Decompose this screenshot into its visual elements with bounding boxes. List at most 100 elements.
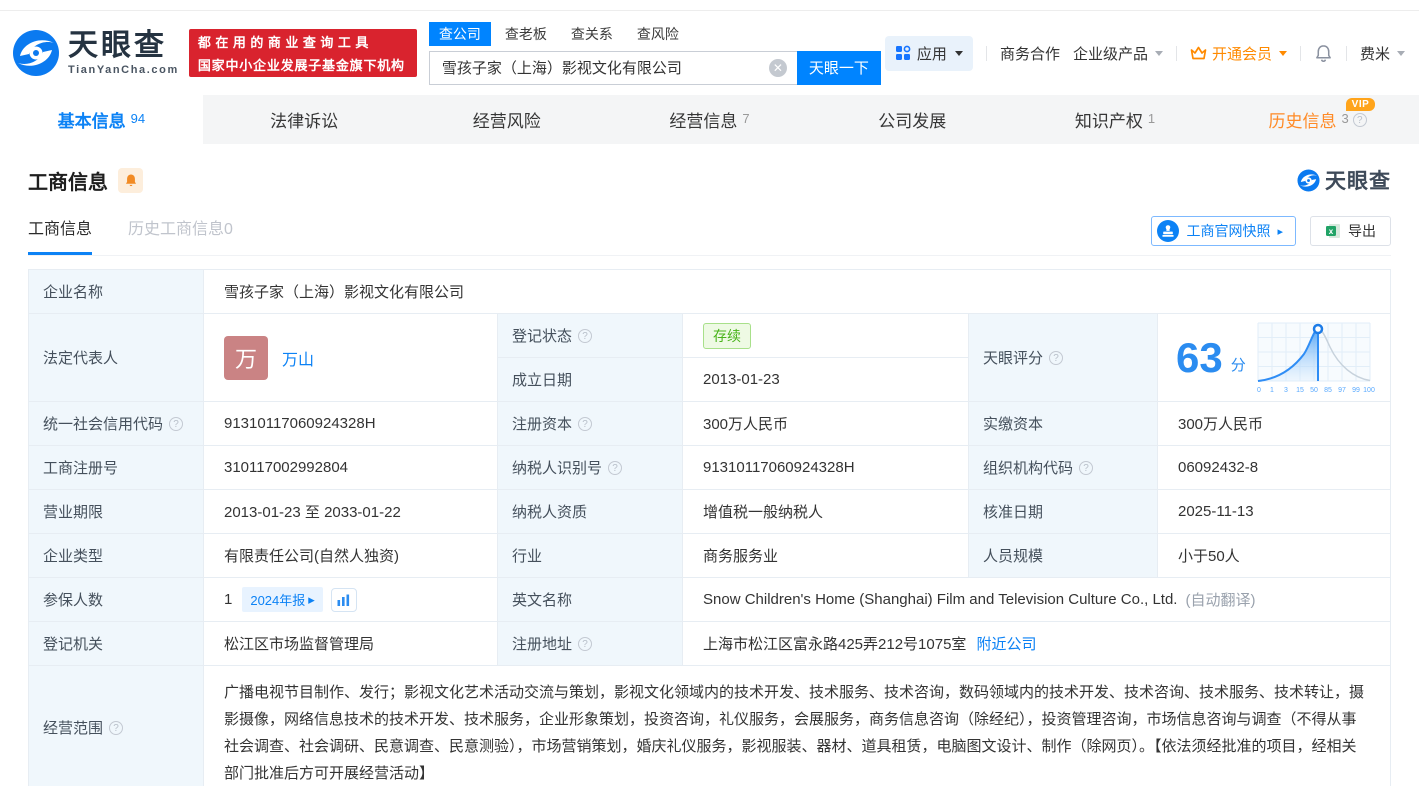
credit-code-value: 91310117060924328H — [204, 402, 498, 446]
table-row: 统一社会信用代码 ? 91310117060924328H 注册资本 ? 300… — [29, 402, 1391, 446]
tianyancha-company-page: 天眼查 TianYanCha.com 都在用的商业查询工具 国家中小企业发展子基… — [0, 0, 1419, 786]
username: 费米 — [1359, 45, 1390, 63]
promo-line2: 国家中小企业发展子基金旗下机构 — [197, 58, 405, 73]
help-icon[interactable]: ? — [1049, 350, 1064, 365]
taxpayer-id-value: 91310117060924328H — [683, 446, 969, 490]
chevron-down-icon — [1278, 50, 1287, 56]
svg-text:15: 15 — [1296, 387, 1304, 394]
reg-status-cell: 存续 — [683, 314, 969, 358]
field-label: 成立日期 — [498, 358, 683, 402]
subtab-business-registration[interactable]: 工商信息 — [28, 215, 93, 255]
table-row: 登记机关 松江区市场监督管理局 注册地址 ? 上海市松江区富永路425弄212号… — [29, 622, 1391, 666]
table-row: 营业期限 2013-01-23 至 2033-01-22 纳税人资质 增值税一般… — [29, 490, 1391, 534]
search-input[interactable] — [428, 50, 797, 85]
reg-address-cell: 上海市松江区富永路425弄212号1075室 附近公司 — [683, 622, 1391, 666]
annual-report-link[interactable]: 2024年报 ▸ — [242, 587, 323, 612]
divider — [985, 45, 987, 61]
help-icon[interactable]: ? — [109, 720, 124, 735]
business-info-table: 企业名称 雪孩子家（上海）影视文化有限公司 法定代表人 万 万山 登记状态 ? — [28, 269, 1391, 786]
table-row: 企业名称 雪孩子家（上海）影视文化有限公司 — [29, 270, 1391, 314]
insured-count-value: 1 — [224, 591, 233, 608]
field-label: 注册资本 ? — [498, 402, 683, 446]
table-row: 企业类型 有限责任公司(自然人独资) 行业 商务服务业 人员规模 小于50人 — [29, 534, 1391, 578]
company-section-tabs: 基本信息 94 法律诉讼 经营风险 经营信息 7 公司发展 知识产权 1 VIP 历史… — [0, 95, 1419, 144]
help-icon[interactable]: ? — [578, 416, 593, 431]
nav-user-menu[interactable]: 费米 — [1360, 43, 1405, 64]
company-type-value: 有限责任公司(自然人独资) — [204, 534, 498, 578]
content-area: 工商信息 天眼查 工商信息 历史工商信息0 工商官网快照 ▸ x 导出 企业名称… — [0, 165, 1419, 786]
table-row: 法定代表人 万 万山 登记状态 ? 存续 成立日期 2013-01-23 天眼评… — [29, 314, 1391, 402]
tab-operational-risk[interactable]: 经营风险 — [405, 95, 608, 144]
tab-business-info[interactable]: 经营信息 7 — [608, 95, 811, 144]
search-button[interactable]: 天眼一下 — [796, 50, 881, 85]
score-distribution-chart: 0 1 3 15 50 85 97 99 100 — [1257, 322, 1375, 394]
tab-basic-info[interactable]: 基本信息 94 — [0, 95, 203, 144]
official-snapshot-button[interactable]: 工商官网快照 ▸ — [1151, 216, 1296, 246]
search-tab-company[interactable]: 查公司 — [428, 21, 491, 46]
help-icon[interactable]: ? — [169, 416, 184, 431]
tab-company-development[interactable]: 公司发展 — [811, 95, 1014, 144]
nav-enterprise-products[interactable]: 企业级产品 — [1073, 43, 1163, 64]
field-label: 注册地址 ? — [498, 622, 683, 666]
avatar[interactable]: 万 — [224, 335, 268, 380]
stamp-icon — [1157, 220, 1180, 242]
field-label: 英文名称 — [498, 578, 683, 622]
search-tabs: 查公司 查老板 查关系 查风险 — [428, 21, 881, 46]
table-row: 经营范围 ? 广播电视节目制作、发行；影视文化艺术活动交流与策划，影视文化领域内… — [29, 666, 1391, 786]
divider — [1345, 45, 1347, 61]
chevron-down-icon — [1397, 50, 1405, 56]
field-label: 核准日期 — [969, 490, 1158, 534]
reg-capital-value: 300万人民币 — [683, 402, 969, 446]
search-tab-risk[interactable]: 查风险 — [627, 22, 689, 46]
help-icon[interactable]: ? — [1079, 460, 1094, 475]
top-divider — [0, 0, 1419, 11]
nav-open-vip[interactable]: 开通会员 — [1190, 43, 1287, 64]
nearby-companies-link[interactable]: 附近公司 — [976, 633, 1036, 654]
arrow-right-icon: ▸ — [1277, 225, 1283, 238]
apps-menu-button[interactable]: 应用 — [884, 35, 973, 71]
reg-authority-value: 松江区市场监督管理局 — [204, 622, 498, 666]
export-button[interactable]: x 导出 — [1310, 216, 1391, 246]
clear-search-icon[interactable]: ✕ — [768, 58, 787, 77]
logo-title: 天眼查 — [68, 28, 167, 62]
field-label: 组织机构代码 ? — [969, 446, 1158, 490]
field-label: 人员规模 — [969, 534, 1158, 578]
search-tab-relation[interactable]: 查关系 — [561, 22, 623, 46]
field-label: 纳税人识别号 ? — [498, 446, 683, 490]
tab-history-info[interactable]: VIP 历史信息 3 ? — [1216, 95, 1419, 144]
svg-text:3: 3 — [1284, 387, 1288, 394]
establish-date-value: 2013-01-23 — [683, 358, 969, 402]
help-icon[interactable]: ? — [578, 636, 593, 651]
business-term-value: 2013-01-23 至 2033-01-22 — [204, 490, 498, 534]
field-label: 行业 — [498, 534, 683, 578]
svg-text:99: 99 — [1352, 387, 1360, 394]
field-label: 登记状态 ? — [498, 314, 683, 358]
tab-legal-proceedings[interactable]: 法律诉讼 — [203, 95, 406, 144]
subtab-history-registration[interactable]: 历史工商信息0 — [128, 215, 233, 255]
score-value: 63 — [1176, 333, 1223, 381]
taxpayer-quality-value: 增值税一般纳税人 — [683, 490, 969, 534]
reg-number-value: 310117002992804 — [204, 446, 498, 490]
table-row: 参保人数 1 2024年报 ▸ 英文名称 Snow Children's Hom… — [29, 578, 1391, 622]
tab-intellectual-property[interactable]: 知识产权 1 — [1014, 95, 1217, 144]
promo-line1: 都在用的商业查询工具 — [197, 35, 373, 50]
org-code-value: 06092432-8 — [1158, 446, 1391, 490]
excel-icon: x — [1326, 224, 1340, 238]
help-icon[interactable]: ? — [1352, 112, 1367, 127]
logo-subtitle: TianYanCha.com — [68, 63, 179, 76]
help-icon[interactable]: ? — [608, 460, 623, 475]
industry-value: 商务服务业 — [683, 534, 969, 578]
apps-grid-icon — [895, 45, 911, 60]
notifications-bell-icon[interactable] — [1314, 44, 1333, 63]
paid-capital-value: 300万人民币 — [1158, 402, 1391, 446]
legal-rep-link[interactable]: 万山 — [282, 346, 314, 370]
monitor-bell-icon[interactable] — [118, 167, 143, 193]
field-label: 营业期限 — [29, 490, 204, 534]
site-logo[interactable]: 天眼查 TianYanCha.com — [12, 29, 179, 77]
insured-trend-chart-icon[interactable] — [330, 587, 357, 612]
help-icon[interactable]: ? — [578, 328, 593, 343]
tianyancha-logo-icon — [1297, 168, 1320, 192]
search-tab-boss[interactable]: 查老板 — [495, 22, 557, 46]
svg-text:100: 100 — [1363, 387, 1375, 394]
nav-business-cooperation[interactable]: 商务合作 — [1000, 43, 1060, 64]
